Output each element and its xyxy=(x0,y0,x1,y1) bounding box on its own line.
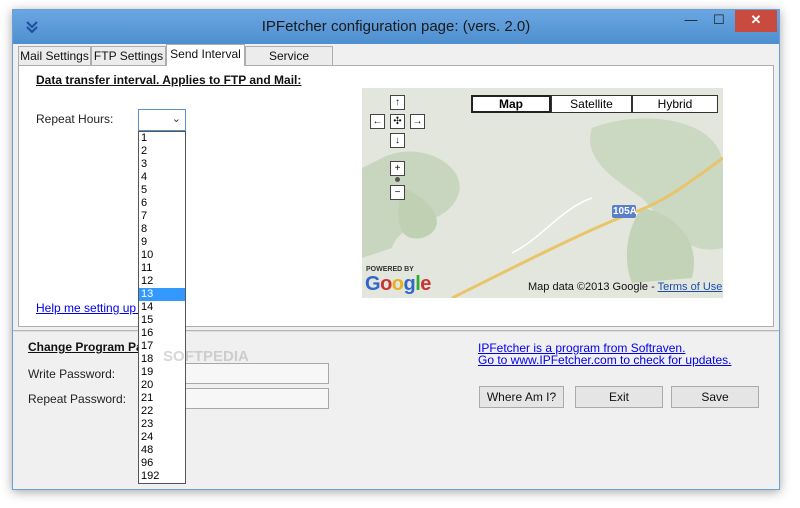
powered-by-label: POWERED BY xyxy=(366,266,414,273)
pan-center-button[interactable]: ✣ xyxy=(390,114,405,129)
google-logo: Google xyxy=(365,273,431,295)
dropdown-option[interactable]: 19 xyxy=(139,366,185,379)
dropdown-option[interactable]: 8 xyxy=(139,223,185,236)
repeat-hours-dropdown-list[interactable]: 1 2 3 4 5 6 7 8 9 10 11 12 13 14 15 16 17 18 19 20 21 22 23 24 4… xyxy=(138,131,186,484)
window-title: IPFetcher configuration page: (vers. 2.0… xyxy=(261,18,531,35)
dropdown-option[interactable]: 4 xyxy=(139,171,185,184)
pan-up-button[interactable]: ↑ xyxy=(390,95,405,110)
dropdown-option[interactable]: 16 xyxy=(139,327,185,340)
map-type-hybrid-button[interactable]: Hybrid xyxy=(632,95,718,113)
map-type-satellite-button[interactable]: Satellite xyxy=(551,95,632,113)
dropdown-option[interactable]: 12 xyxy=(139,275,185,288)
dropdown-option[interactable]: 48 xyxy=(139,444,185,457)
save-button[interactable]: Save xyxy=(671,386,759,408)
app-window: IPFetcher configuration page: (vers. 2.0… xyxy=(12,9,780,490)
maximize-button[interactable]: ☐ xyxy=(705,10,733,32)
password-heading: Change Program Pa xyxy=(28,340,143,354)
dropdown-option[interactable]: 6 xyxy=(139,197,185,210)
dropdown-option[interactable]: 192 xyxy=(139,470,185,483)
tab-send-interval[interactable]: Send Interval xyxy=(166,44,245,66)
repeat-hours-select[interactable]: ⌄ xyxy=(138,109,186,131)
dropdown-option[interactable]: 14 xyxy=(139,301,185,314)
dropdown-option[interactable]: 5 xyxy=(139,184,185,197)
pan-right-button[interactable]: → xyxy=(410,114,425,129)
dropdown-option[interactable]: 11 xyxy=(139,262,185,275)
interval-heading: Data transfer interval. Applies to FTP a… xyxy=(36,73,302,87)
map-attribution: Map data ©2013 Google - Terms of Use xyxy=(528,281,722,293)
where-am-i-button[interactable]: Where Am I? xyxy=(479,386,564,408)
dropdown-option[interactable]: 2 xyxy=(139,145,185,158)
write-password-label: Write Password: xyxy=(28,367,116,381)
section-divider xyxy=(13,330,779,332)
dropdown-option[interactable]: 7 xyxy=(139,210,185,223)
pan-down-button[interactable]: ↓ xyxy=(390,133,405,148)
map-type-map-button[interactable]: Map xyxy=(471,95,551,113)
chevron-down-icon[interactable]: ⌄ xyxy=(172,112,181,125)
update-link[interactable]: Go to www.IPFetcher.com to check for upd… xyxy=(478,353,731,367)
dropdown-option[interactable]: 1 xyxy=(139,132,185,145)
dropdown-option[interactable]: 9 xyxy=(139,236,185,249)
map-copyright: Map data ©2013 Google - xyxy=(528,281,658,293)
tab-mail-settings[interactable]: Mail Settings xyxy=(18,46,91,66)
dropdown-option[interactable]: 10 xyxy=(139,249,185,262)
zoom-slider-handle[interactable] xyxy=(395,177,400,182)
watermark: SOFTPEDIA xyxy=(163,348,249,365)
dropdown-option[interactable]: 20 xyxy=(139,379,185,392)
zoom-out-button[interactable]: − xyxy=(390,185,405,200)
dropdown-option[interactable]: 23 xyxy=(139,418,185,431)
terms-of-use-link[interactable]: Terms of Use xyxy=(658,281,723,293)
map-view[interactable]: 105A ↑ ← ✣ → ↓ + − Map Satellite Hybrid … xyxy=(362,88,723,298)
close-button[interactable]: ✕ xyxy=(735,10,777,32)
minimize-button[interactable]: — xyxy=(677,10,705,32)
tab-ftp-settings[interactable]: FTP Settings xyxy=(91,46,166,66)
dropdown-option[interactable]: 22 xyxy=(139,405,185,418)
pan-left-button[interactable]: ← xyxy=(370,114,385,129)
title-bar[interactable]: IPFetcher configuration page: (vers. 2.0… xyxy=(13,10,779,44)
tab-service-settings[interactable]: Service Settings xyxy=(245,46,333,81)
dropdown-option[interactable]: 21 xyxy=(139,392,185,405)
dropdown-option[interactable]: 3 xyxy=(139,158,185,171)
repeat-password-label: Repeat Password: xyxy=(28,392,127,406)
exit-button[interactable]: Exit xyxy=(575,386,663,408)
dropdown-option[interactable]: 15 xyxy=(139,314,185,327)
dropdown-option[interactable]: 96 xyxy=(139,457,185,470)
dropdown-option[interactable]: 13 xyxy=(139,288,185,301)
repeat-hours-label: Repeat Hours: xyxy=(36,112,114,126)
dropdown-option[interactable]: 24 xyxy=(139,431,185,444)
zoom-in-button[interactable]: + xyxy=(390,161,405,176)
road-shield-label: 105A xyxy=(613,206,637,217)
